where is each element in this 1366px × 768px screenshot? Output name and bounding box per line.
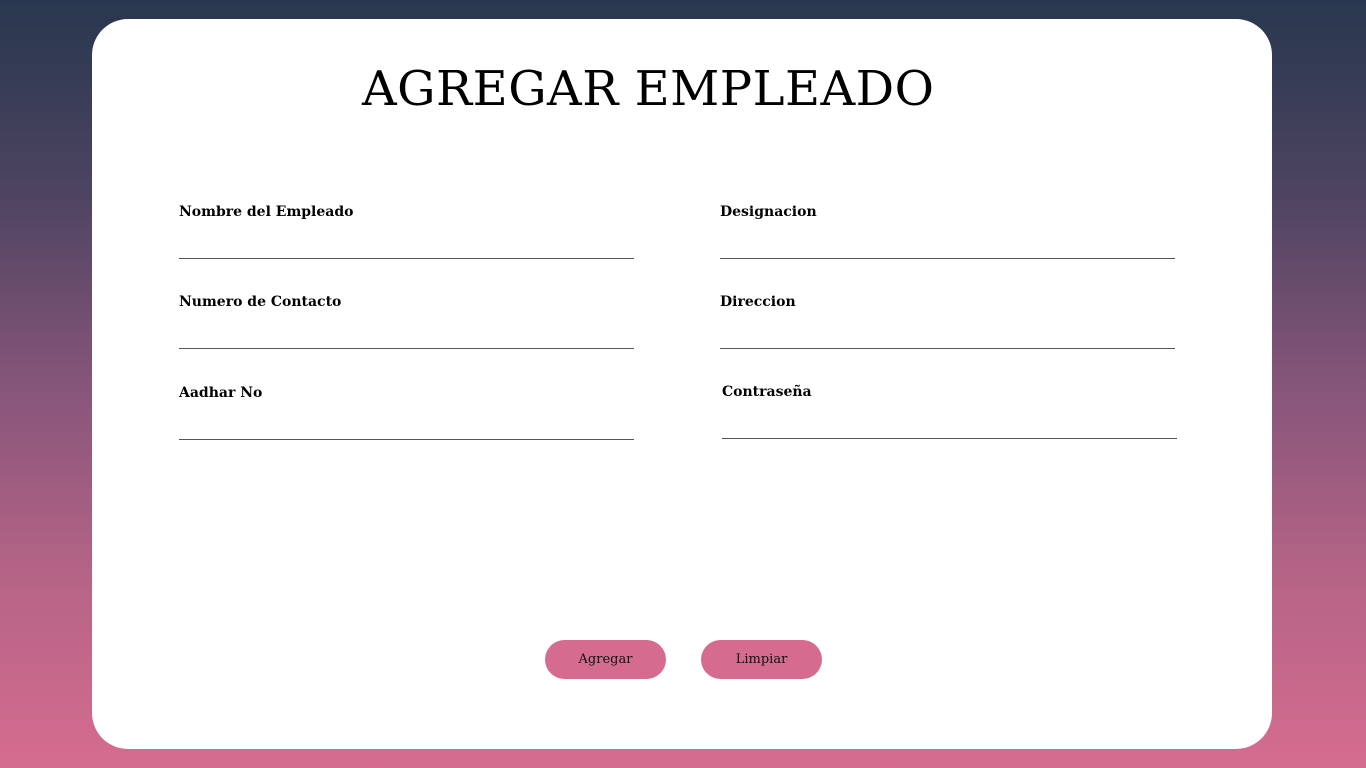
- designacion-input[interactable]: [720, 233, 1175, 259]
- field-contrasena: Contraseña: [722, 384, 1177, 439]
- aadhar-no-input[interactable]: [179, 414, 634, 440]
- contrasena-input[interactable]: [722, 413, 1177, 439]
- page-title: AGREGAR EMPLEADO: [362, 61, 935, 117]
- field-label-numero-contacto: Numero de Contacto: [179, 294, 342, 310]
- field-numero-contacto: Numero de Contacto: [179, 294, 634, 349]
- field-label-direccion: Direccion: [720, 294, 796, 310]
- field-designacion: Designacion: [720, 204, 1175, 259]
- field-label-aadhar-no: Aadhar No: [179, 385, 263, 401]
- field-label-designacion: Designacion: [720, 204, 817, 220]
- agregar-button[interactable]: Agregar: [545, 640, 666, 679]
- numero-contacto-input[interactable]: [179, 323, 634, 349]
- field-aadhar-no: Aadhar No: [179, 385, 634, 440]
- field-label-contrasena: Contraseña: [722, 384, 812, 400]
- limpiar-button[interactable]: Limpiar: [701, 640, 822, 679]
- field-direccion: Direccion: [720, 294, 1175, 349]
- field-label-nombre-empleado: Nombre del Empleado: [179, 204, 354, 220]
- direccion-input[interactable]: [720, 323, 1175, 349]
- field-nombre-empleado: Nombre del Empleado: [179, 204, 634, 259]
- nombre-empleado-input[interactable]: [179, 233, 634, 259]
- form-card: AGREGAR EMPLEADO Nombre del Empleado Des…: [92, 19, 1272, 749]
